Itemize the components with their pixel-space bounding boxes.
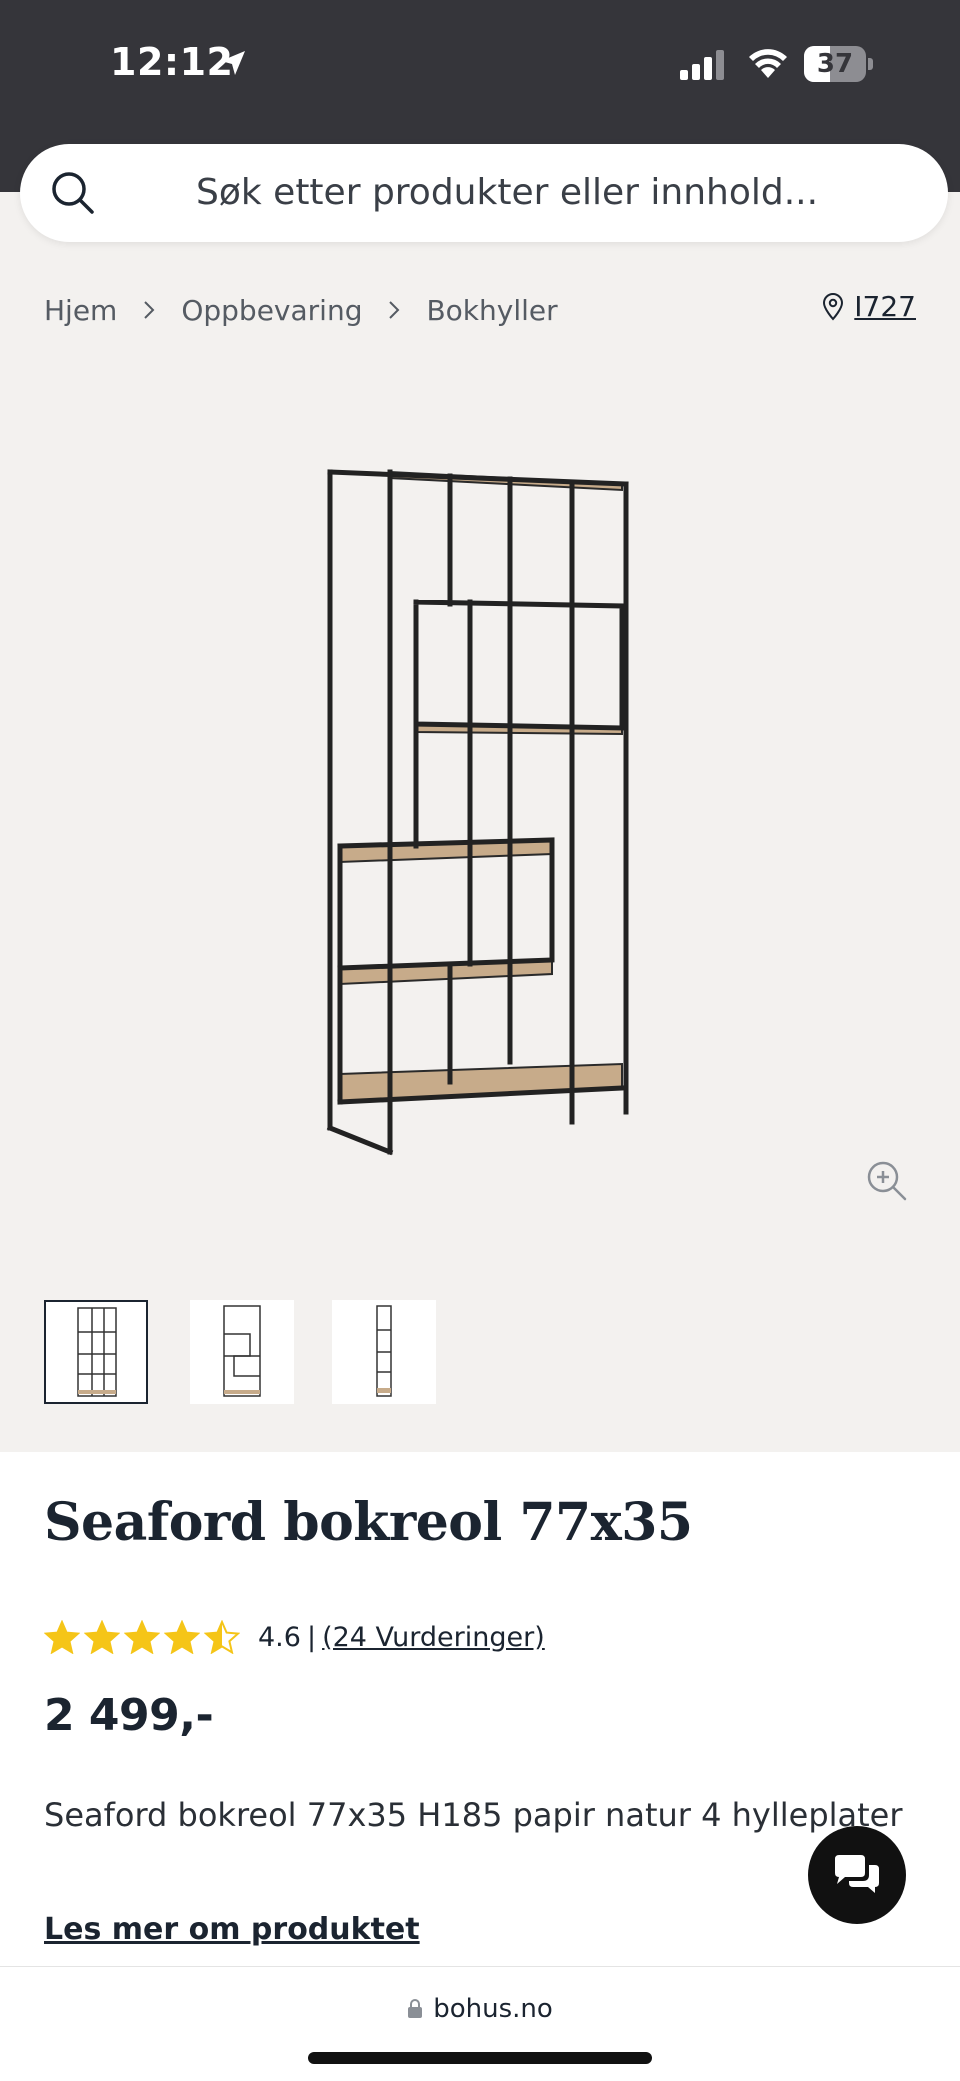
chat-button[interactable] bbox=[808, 1826, 906, 1924]
thumbnail-3[interactable] bbox=[332, 1300, 436, 1404]
status-time: 12:12 bbox=[110, 40, 234, 84]
star-icon bbox=[164, 1620, 200, 1654]
battery-level: 37 bbox=[816, 49, 854, 79]
browser-url-bar[interactable]: bohus.no bbox=[0, 1994, 960, 2024]
star-icon bbox=[124, 1620, 160, 1654]
chevron-right-icon bbox=[144, 301, 155, 319]
rating-separator: | bbox=[306, 1621, 317, 1653]
zoom-in-icon[interactable] bbox=[866, 1160, 908, 1202]
rating-count-link[interactable]: (24 Vurderinger) bbox=[322, 1622, 545, 1653]
product-price: 2 499,- bbox=[44, 1690, 214, 1741]
search-icon bbox=[52, 172, 94, 214]
rating-stars bbox=[44, 1620, 244, 1654]
breadcrumb-item-home[interactable]: Hjem bbox=[44, 294, 117, 327]
product-rating[interactable]: 4.6 | (24 Vurderinger) bbox=[44, 1620, 545, 1654]
lock-icon bbox=[408, 1999, 423, 2018]
thumbnail-1[interactable] bbox=[44, 1300, 148, 1404]
star-icon bbox=[44, 1620, 80, 1654]
breadcrumb-item-bookshelves[interactable]: Bokhyller bbox=[426, 294, 557, 327]
search-placeholder: Søk etter produkter eller innhold... bbox=[196, 172, 819, 213]
read-more-link[interactable]: Les mer om produktet bbox=[44, 1912, 420, 1947]
star-icon bbox=[84, 1620, 120, 1654]
thumbnail-image bbox=[77, 1307, 117, 1397]
chevron-right-icon bbox=[389, 301, 400, 319]
home-indicator[interactable] bbox=[308, 2052, 652, 2064]
battery-icon: 37 bbox=[804, 46, 873, 82]
thumbnail-2[interactable] bbox=[190, 1300, 294, 1404]
search-input[interactable]: Søk etter produkter eller innhold... bbox=[20, 144, 948, 242]
product-description: Seaford bokreol 77x35 H185 papir natur 4… bbox=[44, 1796, 903, 1834]
browser-url: bohus.no bbox=[433, 1994, 553, 2024]
breadcrumb: Hjem Oppbevaring Bokhyller bbox=[44, 290, 558, 330]
breadcrumb-item-storage[interactable]: Oppbevaring bbox=[181, 294, 362, 327]
wifi-icon bbox=[749, 49, 787, 78]
store-label: I727 bbox=[854, 290, 916, 323]
star-icon bbox=[204, 1620, 240, 1654]
thumbnail-image bbox=[376, 1305, 392, 1397]
cellular-signal-icon bbox=[680, 50, 724, 80]
rating-value: 4.6 bbox=[258, 1621, 301, 1653]
location-pin-icon bbox=[823, 292, 844, 320]
product-image[interactable] bbox=[320, 462, 640, 1162]
product-title: Seaford bokreol 77x35 bbox=[44, 1492, 693, 1553]
location-arrow-icon bbox=[221, 51, 245, 75]
thumbnail-image bbox=[223, 1305, 261, 1397]
store-selector[interactable]: I727 bbox=[822, 290, 916, 323]
chat-bubbles-icon bbox=[835, 1855, 879, 1893]
